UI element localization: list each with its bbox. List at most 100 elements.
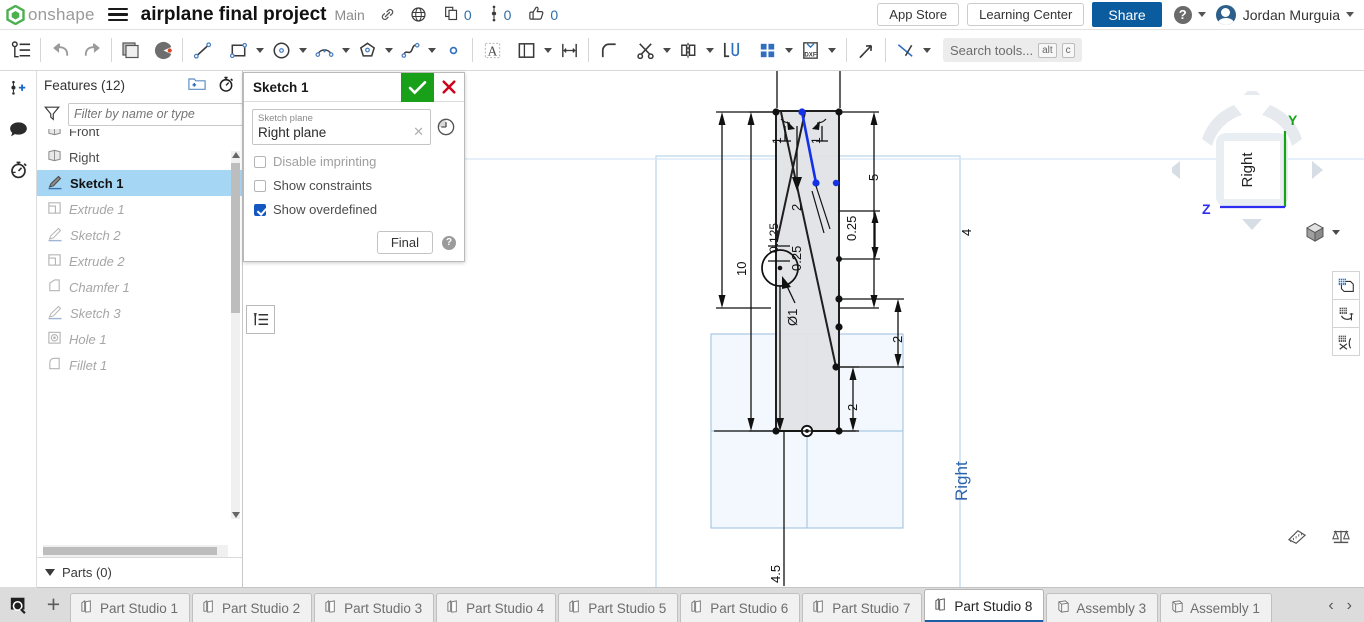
transform-icon[interactable] [718,37,744,63]
tab-part-studio-4[interactable]: Part Studio 4 [436,593,557,622]
globe-icon[interactable] [410,6,427,23]
option-show-constraints[interactable]: Show constraints [252,178,456,193]
final-button[interactable]: Final [376,231,433,254]
tab-part-studio-2[interactable]: Part Studio 2 [192,593,313,622]
add-tab-button[interactable]: + [37,587,70,622]
polygon-chevron-down-icon[interactable] [380,37,397,63]
tab-part-studio-5[interactable]: Part Studio 5 [558,593,679,622]
features-horizontal-scrollbar[interactable] [43,545,228,557]
pattern-chevron-down-icon[interactable] [780,37,797,63]
offset-icon[interactable] [513,37,539,63]
dxf-import-icon[interactable]: DXF [797,37,823,63]
hscroll-thumb[interactable] [43,547,217,555]
feature-item-sketch-2[interactable]: Sketch 2 [37,222,242,248]
constraint-chevron-down-icon[interactable] [918,37,935,63]
add-comment-icon[interactable] [5,76,31,102]
history-icon[interactable] [5,156,31,182]
learning-center-button[interactable]: Learning Center [967,3,1085,26]
tab-part-studio-7[interactable]: Part Studio 7 [802,593,923,622]
clear-x-icon[interactable]: ✕ [413,124,424,140]
scroll-down-arrow-icon[interactable] [232,512,240,518]
arc-chevron-down-icon[interactable] [337,37,354,63]
chevron-left-icon[interactable]: ‹ [1328,597,1333,615]
dimension-icon[interactable] [556,37,582,63]
extend-icon[interactable] [853,37,879,63]
offset-chevron-down-icon[interactable] [539,37,556,63]
tab-search-icon[interactable] [0,587,37,622]
display-mode-control[interactable] [1304,221,1340,243]
text-icon[interactable]: A [479,37,505,63]
tab-part-studio-6[interactable]: Part Studio 6 [680,593,801,622]
feature-item-extrude-1[interactable]: Extrude 1 [37,196,242,222]
copy-counter[interactable]: 0 [444,6,472,24]
feature-item-extrude-2[interactable]: Extrude 2 [37,248,242,274]
tab-part-studio-1[interactable]: Part Studio 1 [70,593,191,622]
clock-history-icon[interactable] [436,109,456,140]
filter-funnel-icon[interactable] [43,104,61,125]
search-tools-input[interactable]: Search tools... alt c [943,38,1082,62]
rectangle-icon[interactable] [225,37,251,63]
app-store-button[interactable]: App Store [877,3,960,26]
arc-icon[interactable] [311,37,337,63]
main-menu-button[interactable] [107,5,128,25]
tab-assembly-3[interactable]: Assembly 3 [1046,593,1159,622]
parts-section-header[interactable]: Parts (0) [37,557,242,587]
view-section-icon[interactable] [150,37,176,63]
dxf-chevron-down-icon[interactable] [823,37,840,63]
circle-icon[interactable] [268,37,294,63]
pattern-icon[interactable] [754,37,780,63]
features-vertical-scrollbar[interactable] [231,151,240,519]
help-icon[interactable]: ? [1173,5,1192,24]
onshape-logo[interactable]: onshape [6,5,95,25]
scroll-thumb[interactable] [231,163,240,313]
trim-icon[interactable] [632,37,658,63]
rollback-timer-icon[interactable] [217,75,235,96]
shaded-cube-icon[interactable] [1304,221,1326,243]
spline-icon[interactable] [397,37,423,63]
trim-chevron-down-icon[interactable] [658,37,675,63]
rectangle-chevron-down-icon[interactable] [251,37,268,63]
undo-icon[interactable] [47,37,73,63]
accept-button[interactable] [401,72,434,102]
checkbox-show-constraints[interactable] [254,179,266,192]
scroll-up-arrow-icon[interactable] [232,152,240,158]
thread-counter[interactable]: 0 [489,5,511,25]
feature-item-hole-1[interactable]: Hole 1 [37,326,242,352]
fillet-icon[interactable] [595,37,621,63]
section-view-icon[interactable] [1332,271,1360,300]
explode-view-icon[interactable] [1332,327,1360,356]
new-folder-icon[interactable] [188,76,206,94]
feature-list-toggle-icon[interactable] [8,37,34,63]
help-chevron-down-icon[interactable] [1197,12,1206,17]
mirror-icon[interactable] [675,37,701,63]
polygon-icon[interactable] [354,37,380,63]
rotate-view-icon[interactable] [1332,299,1360,328]
checkbox-disable-imprinting[interactable] [254,155,266,168]
cancel-button[interactable] [434,73,464,102]
feature-item-right[interactable]: Right [37,144,242,170]
chevron-right-icon[interactable]: › [1347,597,1352,615]
link-icon[interactable] [379,6,396,23]
like-counter[interactable]: 0 [528,5,558,24]
help-icon[interactable]: ? [442,235,456,250]
tab-part-studio-8[interactable]: Part Studio 8 [924,589,1045,622]
redo-icon[interactable] [79,37,105,63]
feature-item-chamfer-1[interactable]: Chamfer 1 [37,274,242,300]
option-show-overdefined[interactable]: Show overdefined [252,202,456,217]
tab-assembly-1[interactable]: Assembly 1 [1160,593,1272,622]
comment-icon[interactable] [5,116,31,142]
mirror-chevron-down-icon[interactable] [701,37,718,63]
feature-item-sketch-1[interactable]: Sketch 1 [37,170,242,196]
option-disable-imprinting[interactable]: Disable imprinting [252,154,456,169]
feature-item-sketch-3[interactable]: Sketch 3 [37,300,242,326]
constraint-icon[interactable] [892,37,918,63]
spline-chevron-down-icon[interactable] [423,37,440,63]
point-icon[interactable] [440,37,466,63]
planes-icon[interactable] [118,37,144,63]
feature-list-icon[interactable] [246,305,275,334]
sketch-plane-field[interactable]: Sketch plane Right plane ✕ [252,109,431,145]
share-button[interactable]: Share [1092,2,1162,27]
user-chevron-down-icon[interactable] [1346,12,1354,17]
feature-item-fillet-1[interactable]: Fillet 1 [37,352,242,378]
circle-chevron-down-icon[interactable] [294,37,311,63]
